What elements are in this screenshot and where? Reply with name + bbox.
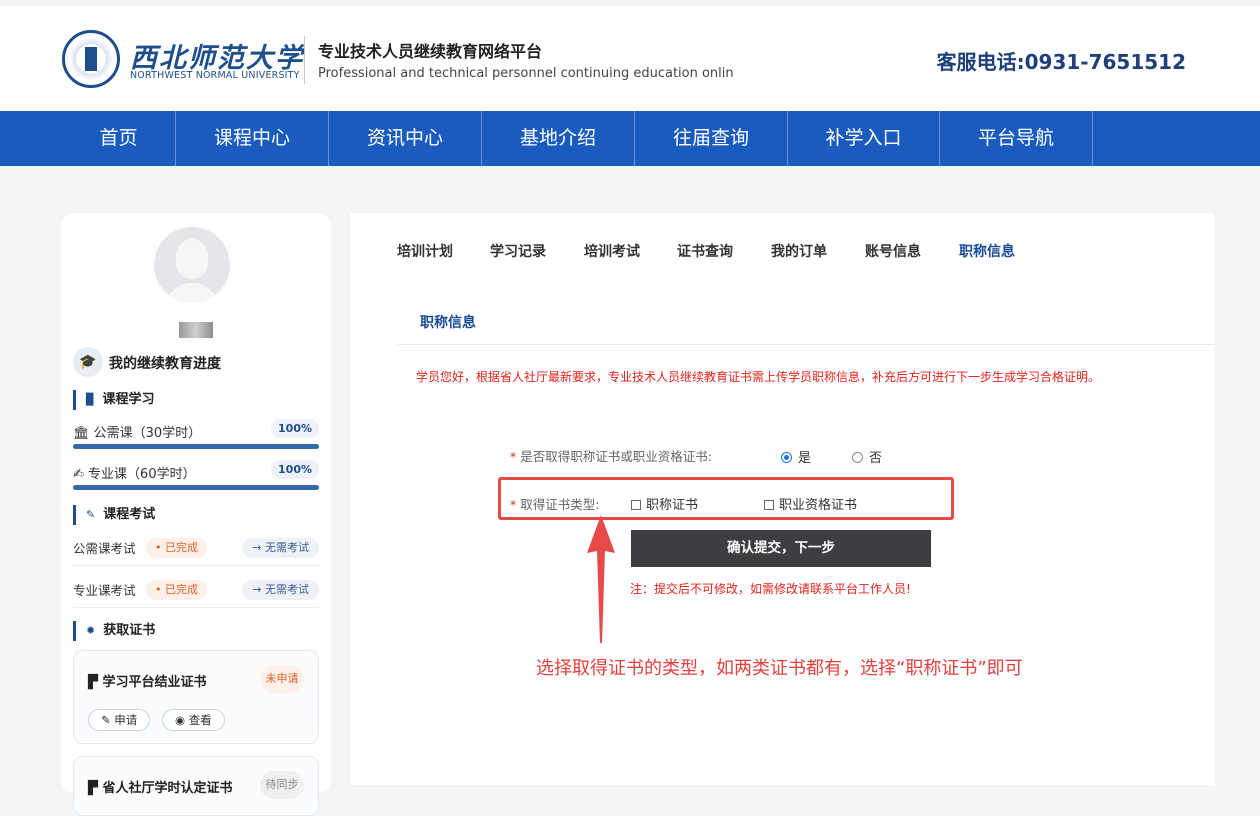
certificate-icon: ▛ [88,675,98,690]
tab-my-orders[interactable]: 我的订单 [771,241,827,261]
checkbox-icon [764,500,774,510]
section-divider [398,344,1214,345]
section-title: 职称信息 [420,315,476,331]
exam-status-badge: • 已完成 [146,538,207,558]
main-nav: 首页 课程中心 资讯中心 基地介绍 往届查询 补学入口 平台导航 [0,111,1260,166]
exam-status-badge: • 已完成 [146,580,207,600]
checkbox-icon [631,500,641,510]
cert-card-title: ▛ 学习平台结业证书 [88,675,207,690]
certificate-icon: ▛ [88,781,98,796]
q1-label: * 是否取得职称证书或职业资格证书: [510,449,712,464]
book-icon: ▉ [86,393,95,406]
exam-row-public: 公需课考试 • 已完成 → 无需考试 [73,538,319,566]
cert-card-hrss: ▛ 省人社厅学时认定证书 待同步 [73,756,319,816]
platform-title-en: Professional and technical personnel con… [318,66,734,81]
edit-icon: ✎ [86,508,96,521]
tab-cert-query[interactable]: 证书查询 [677,241,733,261]
submit-button[interactable]: 确认提交，下一步 [631,530,931,567]
cert-section-heading: ✹ 获取证书 [73,621,155,641]
nav-makeup-entry[interactable]: 补学入口 [788,111,940,166]
nav-platform-guide[interactable]: 平台导航 [940,111,1093,166]
edit-icon: ✎ [101,713,111,727]
university-seal-icon[interactable] [62,30,120,88]
user-name-blurred [179,322,213,338]
annotation-text: 选择取得证书的类型，如两类证书都有，选择“职称证书”即可 [536,658,1023,679]
eye-icon: ◉ [175,713,186,727]
nav-news[interactable]: 资讯中心 [329,111,482,166]
tab-training-plan[interactable]: 培训计划 [397,241,453,261]
public-course-percent: 100% [271,419,319,438]
tab-account-info[interactable]: 账号信息 [865,241,921,261]
public-course-progress-bar [73,444,319,449]
q2-label: * 取得证书类型: [510,497,600,512]
checkbox-title-cert[interactable]: 职称证书 [631,494,698,513]
no-exam-button[interactable]: → 无需考试 [242,538,319,558]
cert-status-badge: 待同步 [260,771,304,799]
course-row-public: 🏛 公需课（30学时） 100% [73,419,319,441]
checkbox-qualification-cert[interactable]: 职业资格证书 [764,494,857,513]
nav-home[interactable]: 首页 [62,111,176,166]
progress-title: 我的继续教育进度 [109,356,221,372]
main-panel: 培训计划 学习记录 培训考试 证书查询 我的订单 账号信息 职称信息 职称信息 … [350,213,1214,785]
submit-note: 注：提交后不可修改，如需修改请联系平台工作人员! [630,582,911,596]
graduation-cap-icon: 🎓 [73,347,103,377]
course-row-professional: ✍ 专业课（60学时） 100% [73,460,319,482]
annotation-arrow-icon [587,515,615,643]
professional-course-progress-fill [73,485,319,490]
university-name-en: NORTHWEST NORMAL UNIVERSITY [130,70,300,81]
tab-study-record[interactable]: 学习记录 [490,241,546,261]
nav-courses[interactable]: 课程中心 [176,111,329,166]
nav-history-query[interactable]: 往届查询 [635,111,788,166]
view-button[interactable]: ◉ 查看 [162,709,225,731]
site-header: 西北师范大学 NORTHWEST NORMAL UNIVERSITY 专业技术人… [0,6,1260,111]
tab-title-info[interactable]: 职称信息 [959,241,1015,261]
cert-status-badge: 未申请 [260,665,304,693]
pen-icon: ✍ [73,467,84,482]
progress-sidebar: 🎓 我的继续教育进度 ▉ 课程学习 🏛 公需课（30学时） 100% ✍ 专业课（… [61,213,331,816]
exam-row-professional: 专业课考试 • 已完成 → 无需考试 [73,580,319,608]
apply-button[interactable]: ✎ 申请 [88,709,151,731]
logo-divider [304,36,305,84]
radio-no[interactable]: 否 [852,447,882,466]
cert-card-platform: ▛ 学习平台结业证书 未申请 ✎ 申请 ◉ 查看 [73,650,319,744]
radio-unchecked-icon [852,452,863,463]
radio-yes[interactable]: 是 [781,447,811,466]
notice-text: 学员您好，根据省人社厅最新要求，专业技术人员继续教育证书需上传学员职称信息，补充… [416,370,1101,384]
tab-training-exam[interactable]: 培训考试 [584,241,640,261]
radio-checked-icon [781,452,792,463]
course-section-heading: ▉ 课程学习 [73,390,154,410]
nav-base-intro[interactable]: 基地介绍 [482,111,635,166]
cert-card-title: ▛ 省人社厅学时认定证书 [88,781,233,796]
no-exam-button[interactable]: → 无需考试 [242,580,319,600]
professional-course-progress-bar [73,485,319,490]
platform-title-cn: 专业技术人员继续教育网络平台 [318,42,543,61]
exam-section-heading: ✎ 课程考试 [73,505,155,525]
bank-icon: 🏛 [73,426,90,441]
professional-course-percent: 100% [271,460,319,479]
service-hotline: 客服电话:0931-7651512 [936,50,1186,74]
avatar [154,227,230,303]
badge-icon: ✹ [86,624,96,637]
public-course-progress-fill [73,444,319,449]
